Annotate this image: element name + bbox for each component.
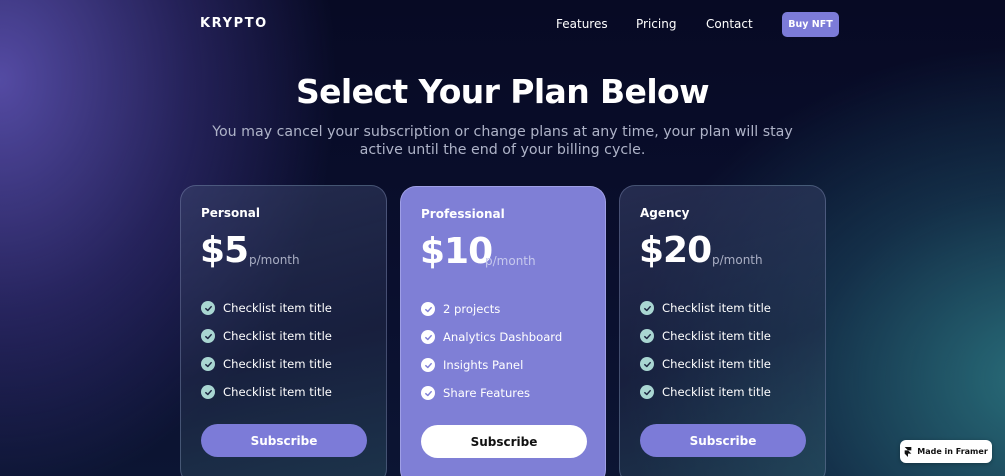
feature-item: Checklist item title — [640, 322, 771, 350]
check-circle-icon — [201, 357, 215, 371]
badge-label: Made in Framer — [917, 447, 988, 456]
feature-label: Analytics Dashboard — [443, 330, 563, 344]
feature-item: 2 projects — [421, 295, 562, 323]
subscribe-button-professional[interactable]: Subscribe — [421, 425, 587, 458]
feature-item: Analytics Dashboard — [421, 323, 562, 351]
plan-card-professional: Professional $10 p/month 2 projects Anal… — [400, 186, 606, 476]
check-circle-icon — [201, 301, 215, 315]
feature-label: Share Features — [443, 386, 530, 400]
feature-list: Checklist item title Checklist item titl… — [201, 294, 332, 406]
check-circle-icon — [640, 301, 654, 315]
plan-period: p/month — [249, 253, 300, 267]
feature-label: Checklist item title — [223, 329, 332, 343]
nav-link-contact[interactable]: Contact — [706, 17, 753, 31]
buy-nft-button[interactable]: Buy NFT — [782, 12, 839, 37]
feature-label: 2 projects — [443, 302, 501, 316]
plan-name: Professional — [421, 207, 505, 221]
feature-label: Checklist item title — [223, 301, 332, 315]
feature-label: Checklist item title — [223, 385, 332, 399]
feature-label: Checklist item title — [662, 301, 771, 315]
feature-item: Insights Panel — [421, 351, 562, 379]
feature-item: Checklist item title — [640, 378, 771, 406]
check-circle-icon — [640, 357, 654, 371]
nav-link-features[interactable]: Features — [556, 17, 608, 31]
feature-item: Share Features — [421, 379, 562, 407]
check-circle-icon — [421, 386, 435, 400]
top-nav: KRYPTO Features Pricing Contact Buy NFT — [0, 0, 1005, 50]
check-circle-icon — [421, 358, 435, 372]
feature-label: Checklist item title — [662, 329, 771, 343]
plan-card-personal: Personal $5 p/month Checklist item title… — [180, 185, 387, 476]
plan-name: Personal — [201, 206, 260, 220]
plan-price: $10 — [420, 231, 493, 272]
feature-list: Checklist item title Checklist item titl… — [640, 294, 771, 406]
feature-item: Checklist item title — [201, 294, 332, 322]
check-circle-icon — [640, 385, 654, 399]
check-circle-icon — [201, 385, 215, 399]
check-circle-icon — [640, 329, 654, 343]
check-circle-icon — [421, 330, 435, 344]
feature-list: 2 projects Analytics Dashboard Insights … — [421, 295, 562, 407]
feature-item: Checklist item title — [201, 378, 332, 406]
feature-item: Checklist item title — [201, 322, 332, 350]
feature-item: Checklist item title — [640, 350, 771, 378]
plan-period: p/month — [712, 253, 763, 267]
page-title: Select Your Plan Below — [295, 72, 710, 111]
made-in-framer-badge[interactable]: Made in Framer — [900, 440, 992, 463]
plan-card-agency: Agency $20 p/month Checklist item title … — [619, 185, 826, 476]
check-circle-icon — [421, 302, 435, 316]
feature-label: Checklist item title — [662, 385, 771, 399]
plan-price: $20 — [639, 230, 712, 271]
framer-icon — [904, 446, 912, 457]
plan-name: Agency — [640, 206, 690, 220]
feature-item: Checklist item title — [201, 350, 332, 378]
subscribe-button-agency[interactable]: Subscribe — [640, 424, 806, 457]
check-circle-icon — [201, 329, 215, 343]
feature-label: Checklist item title — [662, 357, 771, 371]
logo[interactable]: KRYPTO — [200, 16, 268, 31]
nav-link-pricing[interactable]: Pricing — [636, 17, 676, 31]
subscribe-button-personal[interactable]: Subscribe — [201, 424, 367, 457]
feature-label: Checklist item title — [223, 357, 332, 371]
plan-period: p/month — [485, 254, 536, 268]
plan-price: $5 — [200, 230, 249, 271]
feature-label: Insights Panel — [443, 358, 524, 372]
page-subtitle: You may cancel your subscription or chan… — [212, 124, 793, 158]
feature-item: Checklist item title — [640, 294, 771, 322]
